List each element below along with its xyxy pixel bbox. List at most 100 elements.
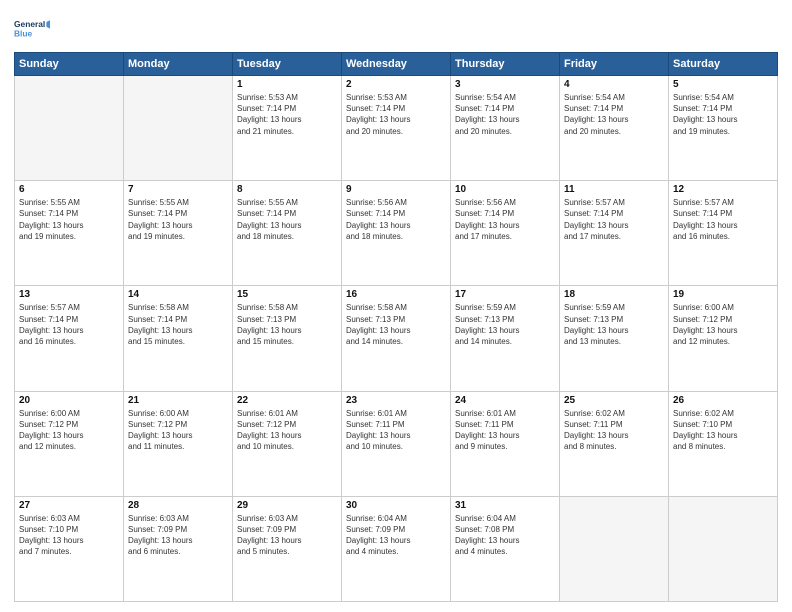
day-info: Sunrise: 5:56 AM Sunset: 7:14 PM Dayligh…: [455, 197, 555, 242]
day-number: 17: [455, 289, 555, 300]
calendar-cell: 21 Sunrise: 6:00 AM Sunset: 7:12 PM Dayli…: [124, 391, 233, 496]
calendar-cell: 23Sunrise: 6:01 AM Sunset: 7:11 PM Dayli…: [342, 391, 451, 496]
day-number: 13: [19, 289, 119, 300]
calendar-cell: 22 Sunrise: 6:01 AM Sunset: 7:12 PM Dayli…: [233, 391, 342, 496]
calendar-cell: 2Sunrise: 5:53 AM Sunset: 7:14 PM Daylig…: [342, 76, 451, 181]
day-info: Sunrise: 6:03 AM Sunset: 7:10 PM Dayligh…: [19, 513, 119, 558]
day-number: 19: [673, 289, 773, 300]
calendar: SundayMondayTuesdayWednesdayThursdayFrid…: [14, 52, 778, 602]
calendar-cell: 4 Sunrise: 5:54 AM Sunset: 7:14 PM Daylig…: [560, 76, 669, 181]
day-info: Sunrise: 5:58 AM Sunset: 7:13 PM Dayligh…: [346, 302, 446, 347]
day-info: Sunrise: 6:04 AM Sunset: 7:08 PM Dayligh…: [455, 513, 555, 558]
day-info: Sunrise: 6:01 AM Sunset: 7:11 PM Dayligh…: [455, 408, 555, 453]
day-info: Sunrise: 5:53 AM Sunset: 7:14 PM Dayligh…: [237, 92, 337, 137]
calendar-cell: [124, 76, 233, 181]
day-info: Sunrise: 6:01 AM Sunset: 7:12 PM Dayligh…: [237, 408, 337, 453]
day-number: 18: [564, 289, 664, 300]
calendar-cell: 6 Sunrise: 5:55 AM Sunset: 7:14 PM Daylig…: [15, 181, 124, 286]
calendar-cell: 19Sunrise: 6:00 AM Sunset: 7:12 PM Dayli…: [669, 286, 778, 391]
calendar-cell: 1 Sunrise: 5:53 AM Sunset: 7:14 PM Daylig…: [233, 76, 342, 181]
day-info: Sunrise: 5:55 AM Sunset: 7:14 PM Dayligh…: [128, 197, 228, 242]
day-info: Sunrise: 6:03 AM Sunset: 7:09 PM Dayligh…: [237, 513, 337, 558]
day-number: 15: [237, 289, 337, 300]
day-number: 26: [673, 395, 773, 406]
day-info: Sunrise: 6:03 AM Sunset: 7:09 PM Dayligh…: [128, 513, 228, 558]
calendar-cell: 20 Sunrise: 6:00 AM Sunset: 7:12 PM Dayli…: [15, 391, 124, 496]
day-number: 23: [346, 395, 446, 406]
week-row-3: 13 Sunrise: 5:57 AM Sunset: 7:14 PM Dayli…: [15, 286, 778, 391]
day-number: 16: [346, 289, 446, 300]
calendar-cell: 24 Sunrise: 6:01 AM Sunset: 7:11 PM Dayli…: [451, 391, 560, 496]
day-info: Sunrise: 5:57 AM Sunset: 7:14 PM Dayligh…: [673, 197, 773, 242]
calendar-cell: 25 Sunrise: 6:02 AM Sunset: 7:11 PM Dayli…: [560, 391, 669, 496]
day-header-friday: Friday: [560, 53, 669, 76]
day-info: Sunrise: 6:02 AM Sunset: 7:10 PM Dayligh…: [673, 408, 773, 453]
day-header-saturday: Saturday: [669, 53, 778, 76]
logo-svg: General Blue: [14, 10, 50, 46]
day-number: 28: [128, 500, 228, 511]
day-info: Sunrise: 5:58 AM Sunset: 7:14 PM Dayligh…: [128, 302, 228, 347]
day-number: 14: [128, 289, 228, 300]
day-info: Sunrise: 6:00 AM Sunset: 7:12 PM Dayligh…: [19, 408, 119, 453]
day-number: 9: [346, 184, 446, 195]
day-info: Sunrise: 5:57 AM Sunset: 7:14 PM Dayligh…: [19, 302, 119, 347]
calendar-cell: 9 Sunrise: 5:56 AM Sunset: 7:14 PM Daylig…: [342, 181, 451, 286]
day-header-wednesday: Wednesday: [342, 53, 451, 76]
day-header-tuesday: Tuesday: [233, 53, 342, 76]
day-number: 3: [455, 79, 555, 90]
day-number: 1: [237, 79, 337, 90]
day-info: Sunrise: 5:55 AM Sunset: 7:14 PM Dayligh…: [237, 197, 337, 242]
day-info: Sunrise: 5:54 AM Sunset: 7:14 PM Dayligh…: [564, 92, 664, 137]
calendar-cell: 10 Sunrise: 5:56 AM Sunset: 7:14 PM Dayli…: [451, 181, 560, 286]
day-number: 10: [455, 184, 555, 195]
day-info: Sunrise: 6:04 AM Sunset: 7:09 PM Dayligh…: [346, 513, 446, 558]
day-number: 31: [455, 500, 555, 511]
day-number: 4: [564, 79, 664, 90]
svg-text:Blue: Blue: [14, 28, 33, 38]
week-row-5: 27 Sunrise: 6:03 AM Sunset: 7:10 PM Dayli…: [15, 496, 778, 601]
day-info: Sunrise: 5:59 AM Sunset: 7:13 PM Dayligh…: [564, 302, 664, 347]
day-number: 6: [19, 184, 119, 195]
calendar-cell: 31 Sunrise: 6:04 AM Sunset: 7:08 PM Dayli…: [451, 496, 560, 601]
calendar-cell: 26 Sunrise: 6:02 AM Sunset: 7:10 PM Dayli…: [669, 391, 778, 496]
day-info: Sunrise: 5:56 AM Sunset: 7:14 PM Dayligh…: [346, 197, 446, 242]
day-number: 25: [564, 395, 664, 406]
day-number: 11: [564, 184, 664, 195]
day-number: 7: [128, 184, 228, 195]
day-info: Sunrise: 5:55 AM Sunset: 7:14 PM Dayligh…: [19, 197, 119, 242]
day-header-sunday: Sunday: [15, 53, 124, 76]
day-info: Sunrise: 5:54 AM Sunset: 7:14 PM Dayligh…: [455, 92, 555, 137]
day-info: Sunrise: 5:54 AM Sunset: 7:14 PM Dayligh…: [673, 92, 773, 137]
day-number: 22: [237, 395, 337, 406]
day-info: Sunrise: 5:59 AM Sunset: 7:13 PM Dayligh…: [455, 302, 555, 347]
calendar-cell: 13 Sunrise: 5:57 AM Sunset: 7:14 PM Dayli…: [15, 286, 124, 391]
calendar-cell: 18 Sunrise: 5:59 AM Sunset: 7:13 PM Dayli…: [560, 286, 669, 391]
day-info: Sunrise: 5:58 AM Sunset: 7:13 PM Dayligh…: [237, 302, 337, 347]
calendar-cell: 15 Sunrise: 5:58 AM Sunset: 7:13 PM Dayli…: [233, 286, 342, 391]
day-number: 20: [19, 395, 119, 406]
calendar-cell: 29 Sunrise: 6:03 AM Sunset: 7:09 PM Dayli…: [233, 496, 342, 601]
week-row-1: 1 Sunrise: 5:53 AM Sunset: 7:14 PM Daylig…: [15, 76, 778, 181]
day-number: 27: [19, 500, 119, 511]
calendar-cell: 5Sunrise: 5:54 AM Sunset: 7:14 PM Daylig…: [669, 76, 778, 181]
day-number: 24: [455, 395, 555, 406]
header: General Blue: [14, 10, 778, 46]
calendar-cell: [15, 76, 124, 181]
day-info: Sunrise: 6:00 AM Sunset: 7:12 PM Dayligh…: [128, 408, 228, 453]
day-number: 21: [128, 395, 228, 406]
calendar-cell: 7 Sunrise: 5:55 AM Sunset: 7:14 PM Daylig…: [124, 181, 233, 286]
calendar-cell: 16 Sunrise: 5:58 AM Sunset: 7:13 PM Dayli…: [342, 286, 451, 391]
day-number: 12: [673, 184, 773, 195]
calendar-cell: 17 Sunrise: 5:59 AM Sunset: 7:13 PM Dayli…: [451, 286, 560, 391]
day-number: 29: [237, 500, 337, 511]
day-number: 8: [237, 184, 337, 195]
day-info: Sunrise: 6:02 AM Sunset: 7:11 PM Dayligh…: [564, 408, 664, 453]
svg-text:General: General: [14, 19, 45, 29]
week-row-4: 20 Sunrise: 6:00 AM Sunset: 7:12 PM Dayli…: [15, 391, 778, 496]
calendar-cell: 30 Sunrise: 6:04 AM Sunset: 7:09 PM Dayli…: [342, 496, 451, 601]
day-number: 30: [346, 500, 446, 511]
calendar-header-row: SundayMondayTuesdayWednesdayThursdayFrid…: [15, 53, 778, 76]
calendar-cell: 12 Sunrise: 5:57 AM Sunset: 7:14 PM Dayli…: [669, 181, 778, 286]
day-info: Sunrise: 5:57 AM Sunset: 7:14 PM Dayligh…: [564, 197, 664, 242]
day-info: Sunrise: 5:53 AM Sunset: 7:14 PM Dayligh…: [346, 92, 446, 137]
